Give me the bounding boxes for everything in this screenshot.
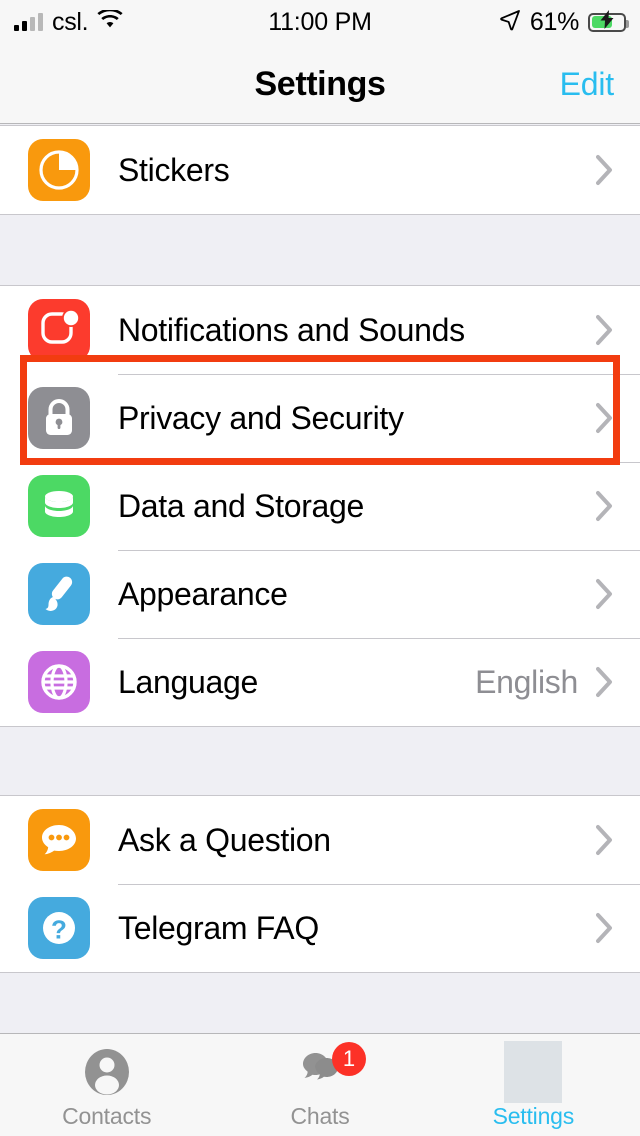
person-icon [82,1046,132,1098]
settings-row-privacy-and-security[interactable]: Privacy and Security [0,374,640,462]
page-title: Settings [254,64,386,103]
chevron-right-icon [596,402,614,434]
group-spacer-1 [0,215,640,285]
chevron-right-icon [596,912,614,944]
stickers-icon [28,139,90,201]
edit-button[interactable]: Edit [560,44,615,124]
tab-label: Contacts [62,1103,152,1129]
tab-settings[interactable]: Settings [427,1034,640,1136]
lock-icon [28,387,90,449]
notifications-icon [28,299,90,361]
paintbrush-icon [28,563,90,625]
settings-row-label: Notifications and Sounds [118,311,465,348]
tab-chats[interactable]: 1 Chats [213,1034,426,1136]
tab-label: Settings [492,1103,575,1129]
globe-icon [28,651,90,713]
settings-group-3: Ask a Question ? Telegram FAQ [0,795,640,973]
settings-row-language[interactable]: Language English [0,638,640,726]
group-spacer-2 [0,727,640,795]
chevron-right-icon [596,824,614,856]
settings-placeholder-icon [504,1041,563,1103]
database-icon [28,475,90,537]
tab-contacts[interactable]: Contacts [0,1034,213,1136]
settings-row-label: Data and Storage [118,487,365,524]
chats-bubbles-icon: 1 [292,1042,366,1098]
chevron-right-icon [596,490,614,522]
chevron-right-icon [596,314,614,346]
chevron-right-icon [596,666,614,698]
settings-row-ask-a-question[interactable]: Ask a Question [0,796,640,884]
phone-screen: csl. 11:00 PM 61% Settings Edit Stickers… [0,0,640,1136]
settings-group-2: Notifications and Sounds Privacy and Sec… [0,285,640,727]
status-bar-right: 61% [499,0,629,44]
chat-bubble-dots-icon [28,809,90,871]
status-bar: csl. 11:00 PM 61% [0,0,640,44]
settings-row-label: Telegram FAQ [118,909,319,946]
settings-row-label: Stickers [118,151,230,188]
clock-label: 11:00 PM [268,7,372,36]
settings-row-label: Ask a Question [118,821,331,858]
chats-badge: 1 [331,1042,366,1076]
group-spacer-3 [0,973,640,1041]
settings-row-appearance[interactable]: Appearance [0,550,640,638]
svg-text:?: ? [51,915,67,945]
settings-row-value: English [475,663,578,700]
settings-row-notifications[interactable]: Notifications and Sounds [0,286,640,374]
settings-group-1: Stickers [0,125,640,215]
battery-charging-icon [588,10,629,32]
location-arrow-icon [499,9,521,36]
navigation-bar: Settings Edit [0,44,640,124]
settings-row-label: Privacy and Security [118,399,404,436]
battery-percent-label: 61% [529,7,579,36]
settings-row-data-and-storage[interactable]: Data and Storage [0,462,640,550]
tab-label: Chats [290,1103,350,1129]
tab-bar: Contacts 1 Chats Settings [0,1033,640,1136]
settings-row-telegram-faq[interactable]: ? Telegram FAQ [0,884,640,972]
settings-list: Stickers Notifications and Sounds Privac… [0,125,640,1041]
settings-row-label: Appearance [118,575,288,612]
chevron-right-icon [596,154,614,186]
settings-row-stickers[interactable]: Stickers [0,126,640,214]
chevron-right-icon [596,578,614,610]
settings-row-label: Language [118,663,258,700]
question-mark-icon: ? [28,897,90,959]
